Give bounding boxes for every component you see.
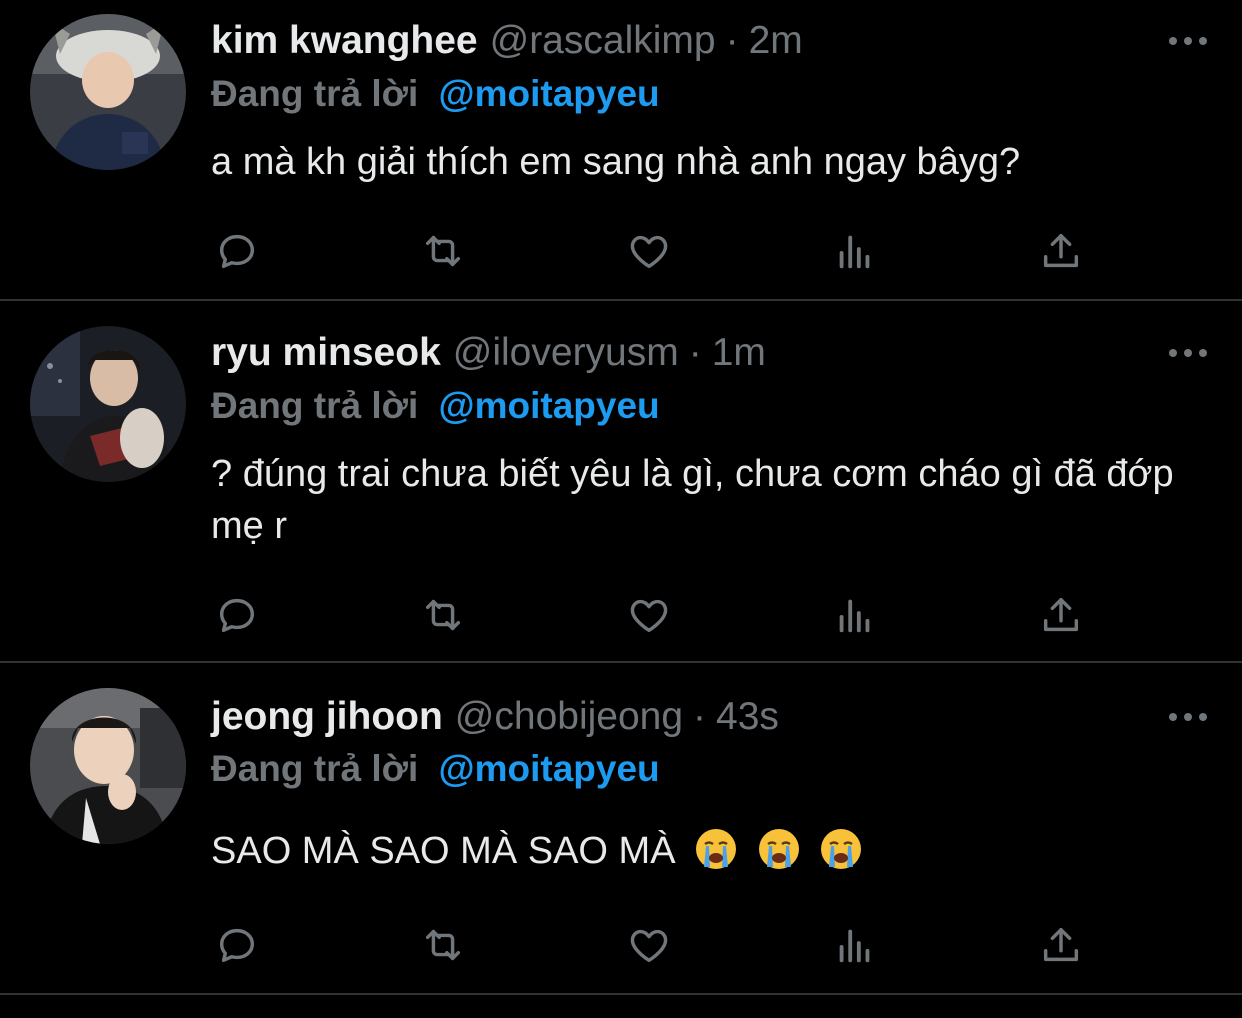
views-icon [839, 599, 870, 633]
heart-icon [630, 235, 668, 269]
tweet-header: jeong jihoon @chobijeong · 43s [211, 693, 779, 741]
share-button[interactable] [1035, 590, 1087, 640]
more-options-button[interactable] [1164, 693, 1212, 741]
reply-icon [219, 598, 255, 633]
views-button[interactable] [829, 590, 881, 640]
tweet-header: kim kwanghee @rascalkimp · 2m [211, 17, 803, 65]
heart-icon [630, 929, 668, 963]
share-icon [1043, 927, 1079, 962]
retweet-icon [425, 235, 461, 267]
reply-button[interactable] [211, 590, 263, 640]
more-options-button[interactable] [1164, 329, 1212, 377]
more-horizontal-icon [1169, 713, 1207, 721]
share-button[interactable] [1035, 920, 1087, 970]
views-button[interactable] [829, 226, 881, 276]
heart-icon [630, 599, 668, 633]
display-name[interactable]: ryu minseok [211, 329, 441, 377]
tweet-actions [211, 590, 1091, 640]
avatar[interactable] [30, 326, 186, 482]
divider [0, 299, 1242, 301]
replying-to-label: Đang trả lời [211, 385, 419, 426]
separator-dot: · [688, 331, 702, 374]
reply-icon [219, 928, 255, 963]
timestamp[interactable]: 1m [712, 329, 766, 377]
more-horizontal-icon [1169, 37, 1207, 45]
retweet-button[interactable] [417, 920, 469, 970]
user-handle[interactable]: @rascalkimp [490, 17, 716, 65]
mention-link[interactable]: @moitapyeu [439, 73, 660, 114]
tweet-text: SAO MÀ SAO MÀ SAO MÀ [211, 830, 676, 872]
share-icon [1043, 233, 1079, 268]
tweet[interactable]: kim kwanghee @rascalkimp · 2m Đang trả l… [0, 0, 1242, 300]
loudly-crying-face-icon [696, 829, 737, 869]
tweet-text: a mà kh giải thích em sang nhà anh ngay … [211, 141, 1021, 183]
tweet-actions [211, 226, 1091, 276]
views-icon [839, 929, 870, 963]
replying-to-label: Đang trả lời [211, 73, 419, 114]
tweet-actions [211, 920, 1091, 970]
more-options-button[interactable] [1164, 17, 1212, 65]
like-button[interactable] [623, 590, 675, 640]
tweet[interactable]: jeong jihoon @chobijeong · 43s Đang trả … [0, 664, 1242, 994]
user-handle[interactable]: @chobijeong [455, 693, 683, 741]
timestamp[interactable]: 2m [749, 17, 803, 65]
tweet-text-container: SAO MÀ SAO MÀ SAO MÀ [211, 825, 1212, 877]
replying-to: Đang trả lời @moitapyeu [211, 745, 660, 793]
user-handle[interactable]: @iloveryusm [453, 329, 679, 377]
separator-dot: · [725, 19, 739, 62]
retweet-button[interactable] [417, 226, 469, 276]
separator-dot: · [693, 695, 707, 738]
avatar[interactable] [30, 688, 186, 844]
tweet[interactable]: ryu minseok @iloveryusm · 1m Đang trả lờ… [0, 302, 1242, 662]
tweet-text: ? đúng trai chưa biết yêu là gì, chưa cơ… [211, 453, 1174, 547]
retweet-button[interactable] [417, 590, 469, 640]
mention-link[interactable]: @moitapyeu [439, 748, 660, 789]
replying-to-label: Đang trả lời [211, 748, 419, 789]
replying-to: Đang trả lời @moitapyeu [211, 70, 660, 118]
reply-button[interactable] [211, 226, 263, 276]
more-horizontal-icon [1169, 349, 1207, 357]
retweet-icon [425, 599, 461, 631]
reply-button[interactable] [211, 920, 263, 970]
avatar[interactable] [30, 14, 186, 170]
reply-icon [219, 234, 255, 269]
timestamp[interactable]: 43s [716, 693, 779, 741]
display-name[interactable]: jeong jihoon [211, 693, 443, 741]
divider [0, 993, 1242, 995]
replying-to: Đang trả lời @moitapyeu [211, 382, 660, 430]
retweet-icon [425, 929, 461, 961]
views-button[interactable] [829, 920, 881, 970]
share-button[interactable] [1035, 226, 1087, 276]
like-button[interactable] [623, 226, 675, 276]
display-name[interactable]: kim kwanghee [211, 17, 478, 65]
loudly-crying-face-icon [821, 829, 862, 869]
like-button[interactable] [623, 920, 675, 970]
share-icon [1043, 597, 1079, 632]
tweet-header: ryu minseok @iloveryusm · 1m [211, 329, 766, 377]
mention-link[interactable]: @moitapyeu [439, 385, 660, 426]
loudly-crying-face-icon [758, 829, 799, 869]
views-icon [839, 235, 870, 269]
tweet-feed: kim kwanghee @rascalkimp · 2m Đang trả l… [0, 0, 1242, 1018]
divider [0, 661, 1242, 663]
